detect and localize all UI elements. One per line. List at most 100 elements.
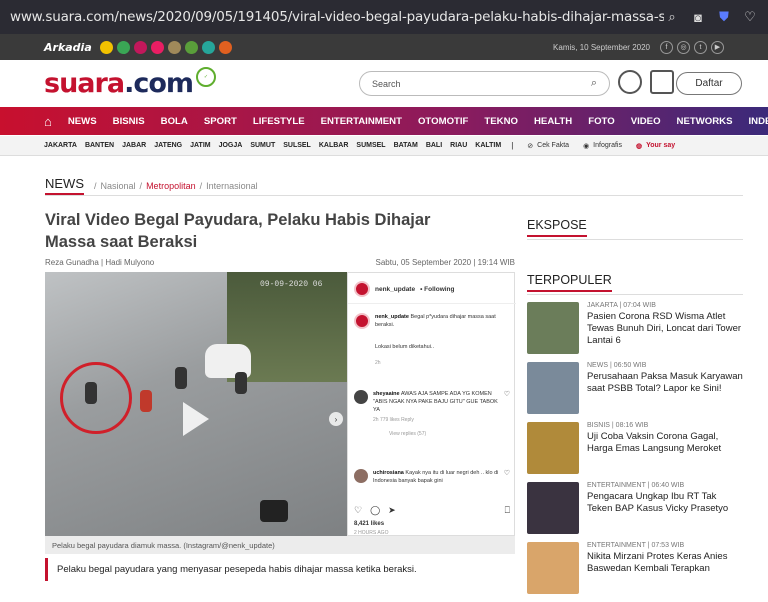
nav-item[interactable]: LIFESTYLE <box>253 116 305 127</box>
article-link[interactable]: Nikita Mirzani Protes Keras Anies Baswed… <box>587 551 743 575</box>
network-site-icon[interactable] <box>133 40 147 54</box>
region-item[interactable]: JATIM <box>190 142 210 149</box>
network-site-icon[interactable] <box>184 40 198 54</box>
article-thumbnail[interactable] <box>527 302 579 354</box>
daftar-button[interactable]: Daftar <box>676 72 742 95</box>
network-site-icon[interactable] <box>150 40 164 54</box>
network-site-icon[interactable] <box>116 40 130 54</box>
nav-item[interactable]: VIDEO <box>631 116 661 127</box>
network-site-icon[interactable] <box>167 40 181 54</box>
article-thumbnail[interactable] <box>527 422 579 474</box>
breadcrumb-item[interactable]: Internasional <box>206 181 258 191</box>
arkadia-logo[interactable]: Arkadia <box>44 41 92 54</box>
region-item[interactable]: RIAU <box>450 142 467 149</box>
verified-badge-icon: ✓ <box>196 67 217 87</box>
twitter-icon[interactable]: t <box>694 40 707 54</box>
list-item[interactable]: ENTERTAINMENT | 07:53 WIB Nikita Mirzani… <box>527 542 743 602</box>
nav-item[interactable]: OTOMOTIF <box>418 116 468 127</box>
video-thumbnail[interactable]: 09-09-2020 06 › <box>45 272 347 536</box>
nav-item[interactable]: BISNIS <box>113 116 145 127</box>
network-site-icon[interactable] <box>99 40 113 54</box>
region-item[interactable]: BALI <box>426 142 442 149</box>
cek-fakta-link[interactable]: ⊘ Cek Fakta <box>527 142 569 150</box>
list-item[interactable]: BISNIS | 08:16 WIB Uji Coba Vaksin Coron… <box>527 422 743 482</box>
avatar[interactable] <box>354 281 370 297</box>
network-site-icon[interactable] <box>201 40 215 54</box>
article-thumbnail[interactable] <box>527 482 579 534</box>
network-site-icon[interactable] <box>218 40 232 54</box>
region-item[interactable]: BATAM <box>394 142 418 149</box>
list-item[interactable]: ENTERTAINMENT | 06:40 WIB Pengacara Ungk… <box>527 482 743 542</box>
play-icon[interactable] <box>183 402 209 436</box>
instagram-icon[interactable]: ◎ <box>677 40 690 54</box>
like-icon[interactable]: ♡ <box>354 505 362 516</box>
article-thumbnail[interactable] <box>527 542 579 594</box>
nav-item[interactable]: ENTERTAINMENT <box>321 116 402 127</box>
chevron-right-icon[interactable]: › <box>329 412 343 426</box>
search-icon[interactable]: ⌕ <box>591 77 597 90</box>
ekspose-heading[interactable]: EKSPOSE <box>527 218 587 237</box>
highlight-circle <box>60 362 132 434</box>
ig-follow-status[interactable]: • Following <box>420 286 454 293</box>
shield-icon[interactable]: ⛊ <box>716 9 732 25</box>
avatar[interactable] <box>354 390 368 404</box>
ig-account[interactable]: nenk_update <box>375 286 415 293</box>
nav-item[interactable]: HEALTH <box>534 116 572 127</box>
region-item[interactable]: KALTIM <box>475 142 501 149</box>
heart-icon[interactable]: ♡ <box>504 469 510 491</box>
heart-icon[interactable]: ♡ <box>742 9 758 25</box>
nav-item[interactable]: NETWORKS <box>677 116 733 127</box>
list-item[interactable]: NEWS | 06:50 WIB Perusahaan Paksa Masuk … <box>527 362 743 422</box>
article-link[interactable]: Pengacara Ungkap Ibu RT Tak Teken BAP Ka… <box>587 491 743 515</box>
nav-item[interactable]: BOLA <box>161 116 188 127</box>
heart-icon[interactable]: ♡ <box>504 390 510 438</box>
breadcrumb-item[interactable]: Nasional <box>101 181 136 191</box>
list-item[interactable]: JAKARTA | 07:04 WIB Pasien Corona RSD Wi… <box>527 302 743 362</box>
network-strip: Arkadia Kamis, 10 September 2020 f ◎ t ▶ <box>0 34 768 60</box>
facebook-icon[interactable]: f <box>660 40 673 54</box>
article-link[interactable]: Perusahaan Paksa Masuk Karyawan saat PSB… <box>587 371 743 395</box>
nav-item[interactable]: INDEKS <box>749 116 768 127</box>
bookmark-icon[interactable]: ⎕ <box>505 505 510 516</box>
nav-item[interactable]: TEKNO <box>484 116 518 127</box>
region-item[interactable]: JATENG <box>154 142 182 149</box>
share-icon[interactable]: ➤ <box>388 505 396 516</box>
region-item[interactable]: JAKARTA <box>44 142 77 149</box>
ig-comment: sheyaaine AWAS AJA SAMPE ADA YG KOMEN "A… <box>354 390 510 438</box>
check-icon: ⊘ <box>527 142 534 150</box>
region-item[interactable]: SUMSEL <box>356 142 385 149</box>
edit-icon[interactable] <box>650 70 674 94</box>
camera-icon[interactable]: ◙ <box>690 9 706 25</box>
browser-address-bar[interactable]: www.suara.com/news/2020/09/05/191405/vir… <box>0 0 768 34</box>
search-icon[interactable]: ⌕ <box>664 9 680 25</box>
home-icon[interactable]: ⌂ <box>44 114 52 129</box>
your-say-link[interactable]: ◍ Your say <box>636 142 675 150</box>
breadcrumb-main[interactable]: NEWS <box>45 176 84 195</box>
user-icon[interactable] <box>618 70 642 94</box>
region-item[interactable]: KALBAR <box>319 142 349 149</box>
article-thumbnail[interactable] <box>527 362 579 414</box>
region-item[interactable]: JABAR <box>122 142 146 149</box>
youtube-icon[interactable]: ▶ <box>711 40 724 54</box>
nav-item[interactable]: FOTO <box>588 116 614 127</box>
region-item[interactable]: SULSEL <box>283 142 311 149</box>
nav-item[interactable]: NEWS <box>68 116 97 127</box>
avatar[interactable] <box>354 469 368 483</box>
cctv-timestamp: 09-09-2020 06 <box>260 280 323 289</box>
terpopuler-heading[interactable]: TERPOPULER <box>527 273 612 292</box>
url-text[interactable]: www.suara.com/news/2020/09/05/191405/vir… <box>10 9 664 25</box>
region-item[interactable]: BANTEN <box>85 142 114 149</box>
article-authors[interactable]: Reza Gunadha | Hadi Mulyono <box>45 258 154 267</box>
article-title: Viral Video Begal Payudara, Pelaku Habis… <box>45 211 431 251</box>
article-link[interactable]: Uji Coba Vaksin Corona Gagal, Harga Emas… <box>587 431 743 455</box>
comment-icon[interactable]: ◯ <box>370 505 380 516</box>
breadcrumb-item-active[interactable]: Metropolitan <box>146 181 196 191</box>
search-input[interactable]: Search ⌕ <box>359 71 610 96</box>
region-item[interactable]: SUMUT <box>250 142 275 149</box>
nav-item[interactable]: SPORT <box>204 116 237 127</box>
site-logo[interactable]: suara.com <box>44 68 194 99</box>
infografis-link[interactable]: ◉ Infografis <box>583 142 622 150</box>
article-link[interactable]: Pasien Corona RSD Wisma Atlet Tewas Bunu… <box>587 311 743 347</box>
avatar[interactable] <box>354 313 370 329</box>
region-item[interactable]: JOGJA <box>219 142 243 149</box>
